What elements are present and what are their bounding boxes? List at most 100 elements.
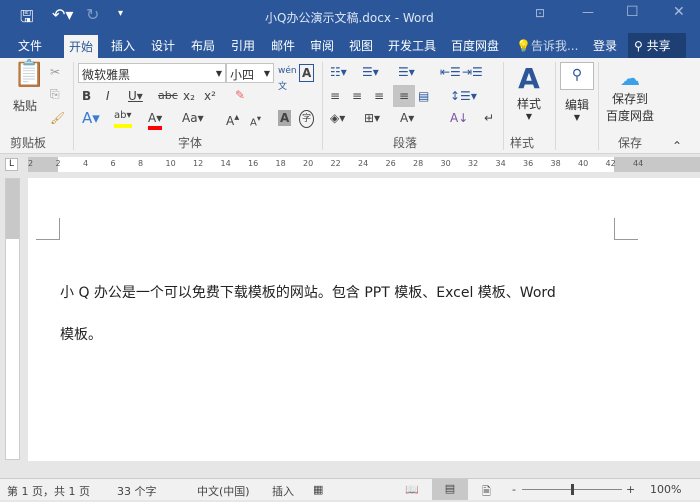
login-link[interactable]: 登录 <box>593 37 617 54</box>
customize-qat-icon[interactable]: ▾ <box>118 8 123 19</box>
zoom-level[interactable]: 100% <box>650 483 681 496</box>
styles-button[interactable]: A 样式 ▼ <box>507 62 551 132</box>
highlight-icon[interactable]: ab▾ <box>114 108 132 128</box>
ruler-tick-label: 26 <box>385 159 396 168</box>
zoom-slider-thumb[interactable] <box>571 484 574 495</box>
show-marks-icon[interactable]: ↵ <box>484 110 494 126</box>
tab-view[interactable]: 视图 <box>349 37 373 54</box>
close-icon[interactable]: ✕ <box>673 4 685 20</box>
page-count[interactable]: 第 1 页，共 1 页 <box>7 483 90 499</box>
paste-icon[interactable]: 📋 <box>13 61 45 87</box>
minimize-icon[interactable]: — <box>582 5 594 19</box>
bold-icon[interactable]: B <box>82 88 91 104</box>
tab-insert[interactable]: 插入 <box>111 37 135 54</box>
save-to-baidu-button[interactable]: ☁ 保存到 百度网盘 <box>602 66 658 124</box>
shading-icon[interactable]: ◈▾ <box>330 110 345 126</box>
chevron-down-icon: ▼ <box>263 69 270 78</box>
word-count[interactable]: 33 个字 <box>117 483 157 499</box>
ruler-tick-label: 14 <box>220 159 231 168</box>
editing-button[interactable]: ⚲ 编辑 ▼ <box>560 62 594 132</box>
line-spacing-icon[interactable]: ↕☰▾ <box>450 88 477 104</box>
superscript-icon[interactable]: x² <box>204 88 216 104</box>
font-color-icon[interactable]: A▾ <box>148 110 163 130</box>
insert-mode[interactable]: 插入 <box>272 483 294 499</box>
ruler-tick-label: 44 <box>633 159 644 168</box>
subscript-icon[interactable]: x₂ <box>183 88 195 104</box>
distributed-icon[interactable]: ▤ <box>418 88 429 104</box>
web-layout-icon[interactable]: 🗎 <box>482 483 491 502</box>
ruler-tick-label: 38 <box>550 159 561 168</box>
format-painter-icon[interactable]: 🖌 <box>50 110 65 126</box>
strikethrough-icon[interactable]: abc <box>158 88 178 104</box>
read-mode-icon[interactable]: 📖 <box>405 483 419 496</box>
ribbon-display-icon[interactable]: ⊡ <box>535 6 545 20</box>
ruler-tick-label: 28 <box>413 159 424 168</box>
text-effects-icon[interactable]: A▾ <box>82 110 100 126</box>
bullets-icon[interactable]: ☷▾ <box>330 64 347 80</box>
align-left-icon[interactable]: ≡ <box>330 88 340 104</box>
zoom-slider[interactable] <box>522 484 622 495</box>
font-name-select[interactable]: 微软雅黑 ▼ <box>78 63 226 83</box>
share-button[interactable]: ⚲ 共享 <box>628 33 686 58</box>
vertical-ruler[interactable] <box>5 178 20 460</box>
ruler-tick-label: 16 <box>248 159 259 168</box>
person-add-icon: ⚲ <box>634 39 643 53</box>
align-center-icon[interactable]: ≡ <box>352 88 362 104</box>
paste-button[interactable]: 粘贴 <box>13 98 37 114</box>
asian-layout-icon[interactable]: A▾ <box>400 110 414 126</box>
redo-icon[interactable]: ↻ <box>86 5 99 24</box>
ruler-tick-label: 6 <box>110 159 116 168</box>
document-page[interactable]: 小 Q 办公是一个可以免费下载模板的网站。包含 PPT 模板、Excel 模板、… <box>28 178 700 461</box>
underline-icon[interactable]: U▾ <box>128 88 143 104</box>
tab-review[interactable]: 审阅 <box>310 37 334 54</box>
copy-icon[interactable]: ⎘ <box>50 86 60 102</box>
horizontal-ruler[interactable]: L 2 2 4 6 8 10 12 14 16 18 20 22 24 26 28 30 32 34 36 38 40 4… <box>0 155 700 175</box>
align-right-icon[interactable]: ≡ <box>374 88 384 104</box>
tab-selector[interactable]: L <box>5 158 18 171</box>
phonetic-guide-icon[interactable]: wén 文 <box>278 63 297 95</box>
tab-home[interactable]: 开始 <box>64 35 99 58</box>
multilevel-list-icon[interactable]: ☰▾ <box>398 64 415 80</box>
italic-icon[interactable]: I <box>106 88 110 104</box>
cut-icon[interactable]: ✂ <box>50 64 60 80</box>
zoom-out-button[interactable]: - <box>512 483 516 496</box>
macro-icon[interactable]: ▦ <box>313 483 323 496</box>
search-icon: ⚲ <box>560 62 594 90</box>
margin-mark <box>614 218 638 240</box>
font-size-select[interactable]: 小四 ▼ <box>226 63 274 83</box>
change-case-icon[interactable]: Aa▾ <box>182 110 204 126</box>
undo-icon[interactable]: ↶▾ <box>52 5 73 24</box>
increase-indent-icon[interactable]: ⇥☰ <box>462 64 483 80</box>
ruler-tick-label: 20 <box>303 159 314 168</box>
language[interactable]: 中文(中国) <box>197 483 250 499</box>
enclose-characters-icon[interactable]: 字 <box>299 110 315 128</box>
tab-baidu[interactable]: 百度网盘 <box>451 37 499 54</box>
numbering-icon[interactable]: ☰▾ <box>362 64 379 80</box>
borders-icon[interactable]: ⊞▾ <box>364 110 380 126</box>
decrease-indent-icon[interactable]: ⇤☰ <box>440 64 461 80</box>
tab-file[interactable]: 文件 <box>18 37 42 54</box>
ruler-tick-label: 32 <box>468 159 479 168</box>
tab-design[interactable]: 设计 <box>151 37 175 54</box>
print-layout-icon[interactable]: ▤ <box>432 479 468 500</box>
maximize-icon[interactable]: ☐ <box>626 4 639 20</box>
sort-icon[interactable]: A↓ <box>450 110 468 126</box>
window-title: 小Q办公演示文稿.docx - Word <box>265 11 434 25</box>
collapse-ribbon-icon[interactable]: ⌃ <box>672 138 682 154</box>
character-border-icon[interactable]: A <box>299 64 315 82</box>
grow-font-icon[interactable]: A▴ <box>226 110 239 129</box>
justify-icon[interactable]: ≡ <box>393 85 415 107</box>
tab-references[interactable]: 引用 <box>231 37 255 54</box>
tab-layout[interactable]: 布局 <box>191 37 215 54</box>
status-bar: 第 1 页，共 1 页 33 个字 中文(中国) 插入 ▦ 📖 ▤ 🗎 - + … <box>0 478 700 500</box>
ruler-tick-label: 40 <box>578 159 589 168</box>
clear-formatting-icon[interactable]: ✎ <box>235 87 245 103</box>
tab-mailings[interactable]: 邮件 <box>271 37 295 54</box>
tab-developer[interactable]: 开发工具 <box>388 37 436 54</box>
save-icon[interactable]: 🖫 <box>20 6 34 33</box>
shrink-font-icon[interactable]: A▾ <box>250 110 261 131</box>
ruler-tick-label: 4 <box>83 159 89 168</box>
zoom-in-button[interactable]: + <box>626 483 635 496</box>
tell-me-search[interactable]: 💡告诉我... <box>516 37 578 54</box>
character-shading-icon[interactable]: A <box>278 110 292 126</box>
